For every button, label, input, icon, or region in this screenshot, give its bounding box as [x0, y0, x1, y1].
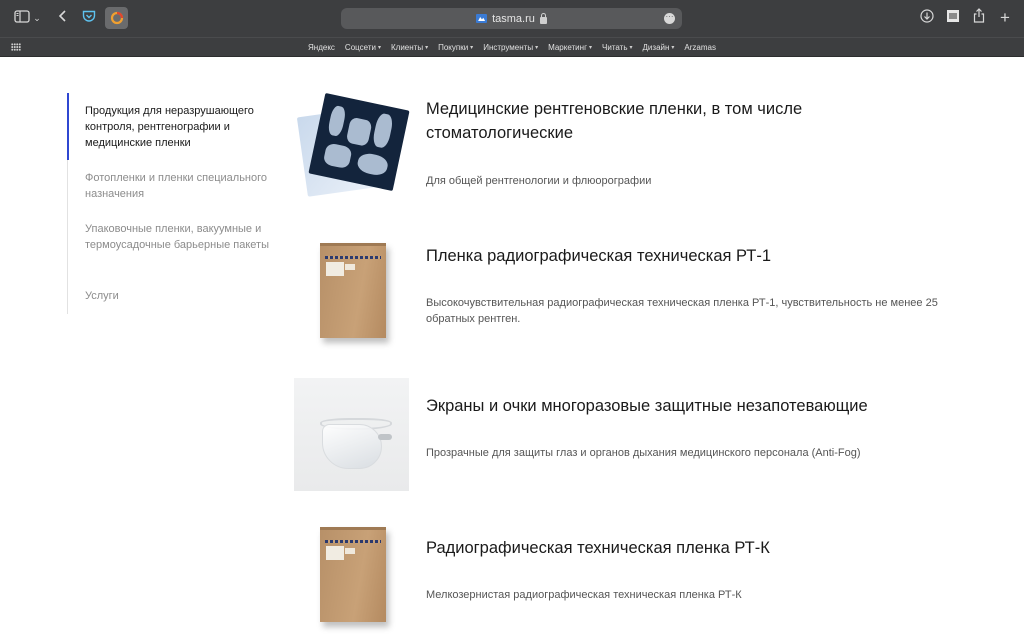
active-indicator: [67, 93, 69, 160]
download-icon[interactable]: [916, 8, 938, 28]
favorite-label: Читать: [602, 42, 628, 52]
page-menu-icon[interactable]: ···: [664, 13, 675, 24]
favorite-label: Arzamas: [684, 42, 716, 52]
product-description: Прозрачные для защиты глаз и органов дых…: [426, 447, 861, 459]
chevron-down-icon: ▾: [589, 44, 593, 51]
chevron-down-icon: ▾: [629, 44, 633, 51]
film-box: [320, 243, 386, 338]
film-box-image[interactable]: [294, 522, 409, 635]
favorite-item[interactable]: Клиенты ▾: [391, 43, 428, 52]
browser-toolbar: ⌄ tasma.ru ··· +: [0, 0, 1024, 37]
favorite-label: Клиенты: [390, 42, 424, 52]
sidebar-item-services[interactable]: Услуги: [85, 288, 285, 304]
screenshot-extension-icon[interactable]: [942, 8, 964, 28]
product-card[interactable]: Экраны и очки многоразовые защитные неза…: [294, 378, 994, 491]
favorite-item[interactable]: Покупки ▾: [438, 43, 473, 52]
favorite-label: Покупки: [438, 42, 469, 52]
favorite-label: Маркетинг: [548, 42, 587, 52]
sidebar-item-ndt-xray[interactable]: Продукция для неразрушающего контроля, р…: [85, 103, 285, 151]
product-title[interactable]: Медицинские рентгеновские пленки, в том …: [426, 97, 846, 145]
favorite-item[interactable]: Маркетинг ▾: [548, 43, 592, 52]
product-title[interactable]: Пленка радиографическая техническая РТ-1: [426, 244, 846, 268]
face-shield-image[interactable]: [294, 378, 409, 491]
favorite-label: Дизайн: [642, 42, 670, 52]
favorites-list: Яндекс Соцсети ▾ Клиенты ▾ Покупки ▾ Инстру…: [0, 38, 1024, 56]
product-description: Для общей рентгенологии и флюорографии: [426, 175, 652, 187]
plus-icon[interactable]: +: [994, 8, 1016, 28]
product-title[interactable]: Экраны и очки многоразовые защитные неза…: [426, 394, 986, 418]
sidebar-item-packaging-films[interactable]: Упаковочные пленки, вакуумные и термоуса…: [85, 221, 285, 253]
chevron-down-icon: ▾: [470, 44, 474, 51]
favorite-item[interactable]: Дизайн ▾: [643, 43, 675, 52]
product-card[interactable]: Пленка радиографическая техническая РТ-1…: [294, 238, 994, 348]
favorite-label: Яндекс: [308, 42, 335, 52]
film-box-image[interactable]: [294, 238, 409, 351]
sidebar-item-photo-films[interactable]: Фотопленки и пленки специального назначе…: [85, 170, 285, 202]
address-bar[interactable]: tasma.ru ···: [341, 8, 682, 29]
favorite-label: Соцсети: [344, 42, 376, 52]
favorite-item[interactable]: Соцсети ▾: [345, 43, 381, 52]
face-shield: [322, 424, 382, 469]
favorites-bar: Яндекс Соцсети ▾ Клиенты ▾ Покупки ▾ Инстру…: [0, 37, 1024, 57]
product-title[interactable]: Радиографическая техническая пленка РТ-К: [426, 536, 846, 560]
xray-film: [308, 92, 410, 192]
favorite-item[interactable]: Читать ▾: [602, 43, 633, 52]
category-sidebar: Продукция для неразрушающего контроля, р…: [67, 93, 282, 314]
chevron-down-icon: ▾: [377, 44, 381, 51]
favorite-label: Инструменты: [483, 42, 534, 52]
film-box: [320, 527, 386, 622]
url-text: tasma.ru: [492, 12, 535, 25]
chevron-down-icon: ▾: [671, 44, 675, 51]
extension-icon[interactable]: [105, 7, 128, 29]
product-card[interactable]: Радиографическая техническая пленка РТ-К…: [294, 522, 994, 632]
site-favicon: [476, 14, 488, 23]
favorite-item[interactable]: Яндекс: [308, 43, 335, 52]
chevron-left-icon[interactable]: [52, 8, 74, 28]
xray-film-image[interactable]: [294, 92, 410, 210]
product-description: Высокочувствительная радиографическая те…: [426, 297, 938, 325]
chevron-down-icon[interactable]: ⌄: [31, 8, 43, 28]
lock-icon: [539, 12, 547, 24]
pocket-icon[interactable]: [78, 8, 100, 28]
chevron-down-icon: ▾: [425, 44, 429, 51]
chevron-down-icon: ▾: [535, 44, 539, 51]
favorite-item[interactable]: Arzamas: [684, 43, 716, 52]
favorite-item[interactable]: Инструменты ▾: [483, 43, 538, 52]
sidebar-icon[interactable]: [11, 8, 33, 28]
share-icon[interactable]: [968, 8, 990, 28]
product-card[interactable]: Медицинские рентгеновские пленки, в том …: [294, 92, 994, 210]
product-description: Мелкозернистая радиографическая техничес…: [426, 589, 742, 601]
